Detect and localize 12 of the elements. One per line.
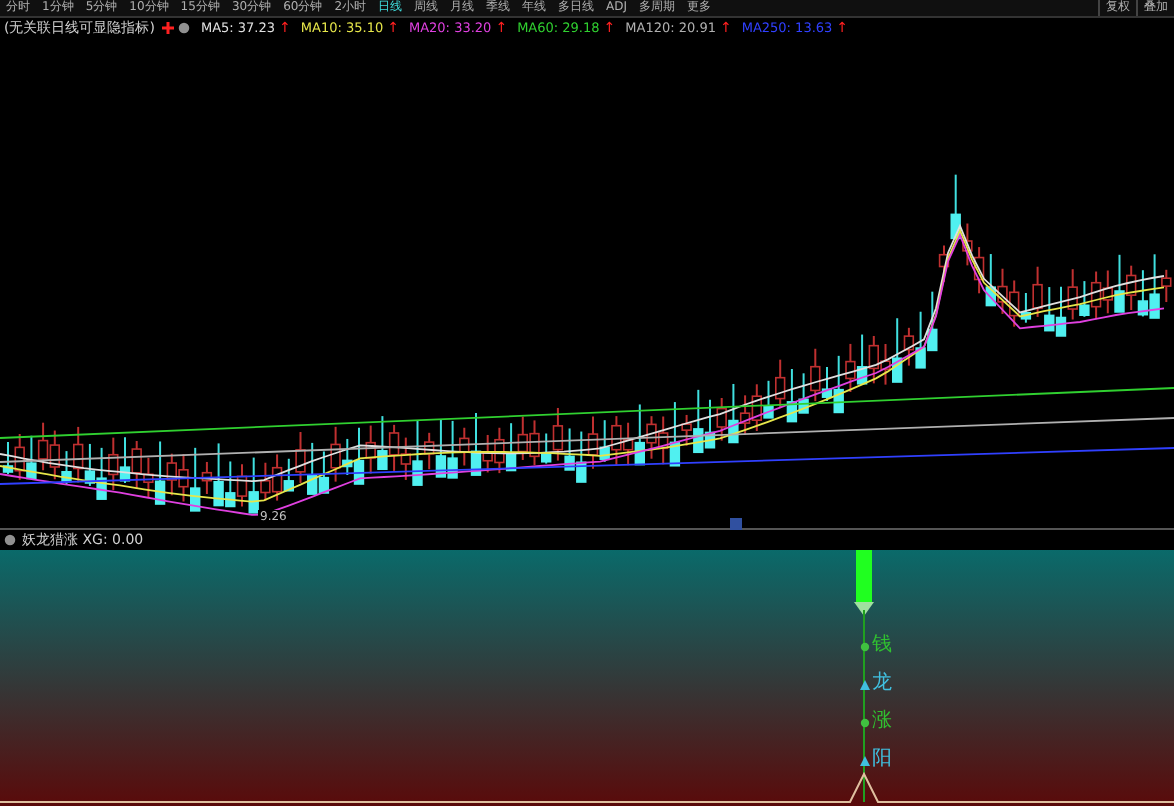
circle-icon xyxy=(860,717,870,727)
triangle-icon xyxy=(860,755,870,765)
signal-label: 龙 xyxy=(872,674,892,694)
cross-icon xyxy=(162,22,175,34)
signal-label: 阳 xyxy=(872,750,892,770)
triangle-icon xyxy=(854,602,874,616)
signal-label: 钱 xyxy=(872,636,892,656)
circle-icon xyxy=(860,641,870,651)
triangle-icon xyxy=(860,679,870,689)
marker-icon xyxy=(730,518,742,530)
signal-bar xyxy=(856,550,872,602)
signal-label: 涨 xyxy=(872,712,892,732)
